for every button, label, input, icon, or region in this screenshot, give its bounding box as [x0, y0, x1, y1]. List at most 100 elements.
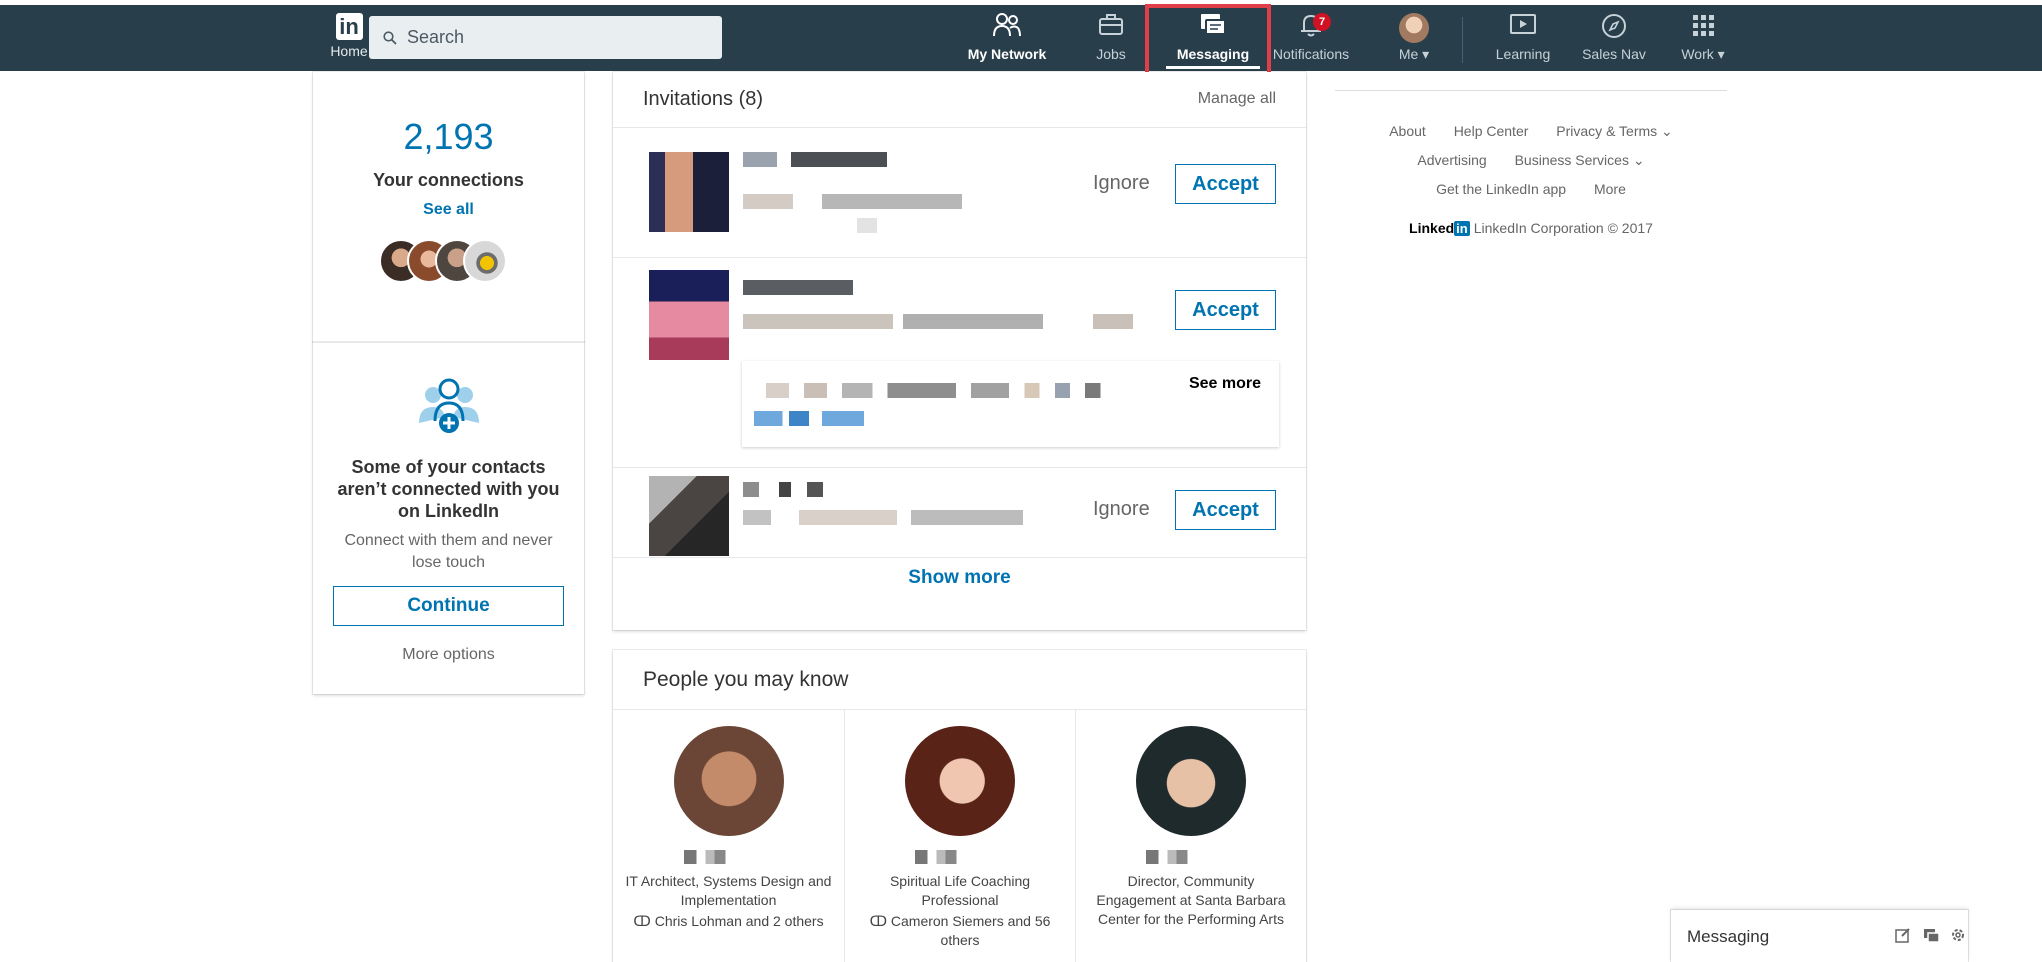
search-icon — [383, 30, 397, 45]
linkedin-logo-icon: in — [335, 13, 363, 40]
blurred-headline — [903, 314, 1043, 329]
connections-count[interactable]: 2,193 — [313, 116, 584, 158]
continue-button[interactable]: Continue — [333, 586, 564, 626]
shared-connections-icon: ↀ — [633, 913, 655, 929]
footer-link-help-center[interactable]: Help Center — [1454, 123, 1529, 139]
blurred-name — [791, 152, 887, 167]
blurred-name — [743, 482, 823, 497]
add-contacts-icon — [418, 378, 479, 433]
ignore-button[interactable]: Ignore — [1093, 498, 1150, 521]
pymk-occupation: Spiritual Life Coaching Professional — [889, 873, 1031, 908]
invitation-row: Ignore Accept — [613, 128, 1306, 258]
contacts-title: Some of your contacts aren’t connected w… — [337, 457, 560, 521]
ignore-button[interactable]: Ignore — [1093, 172, 1150, 195]
manage-all-link[interactable]: Manage all — [1198, 90, 1276, 108]
connections-card: 2,193 Your connections See all — [313, 72, 584, 342]
footer-link-business-services[interactable]: Business Services ⌄ — [1515, 152, 1645, 168]
avatar[interactable] — [905, 726, 1015, 836]
shared-connections-icon: ↀ — [869, 913, 891, 929]
accept-button[interactable]: Accept — [1175, 290, 1276, 330]
see-more-link[interactable]: See more — [1189, 375, 1261, 393]
avatar — [1399, 12, 1429, 43]
blurred-name — [743, 280, 853, 295]
nav-label: Jobs — [1096, 46, 1126, 62]
nav-label: Work ▾ — [1681, 46, 1725, 62]
blurred-headline — [1093, 314, 1133, 329]
briefcase-icon — [1088, 12, 1134, 44]
nav-my-network[interactable]: My Network — [967, 12, 1047, 70]
conversations-icon[interactable] — [1922, 926, 1940, 944]
pymk-shared-text: Chris Lohman and 2 others — [654, 913, 824, 929]
nav-sales-nav[interactable]: Sales Nav — [1578, 12, 1650, 70]
footer-link-get-app[interactable]: Get the LinkedIn app — [1436, 181, 1566, 197]
pymk-person-card[interactable]: Director, Community Engagement at Santa … — [1075, 710, 1306, 962]
connections-label: Your connections — [373, 170, 524, 190]
more-options-link[interactable]: More options — [313, 646, 584, 664]
accept-button[interactable]: Accept — [1175, 490, 1276, 530]
compass-icon — [1578, 12, 1650, 44]
blurred-name — [915, 850, 1005, 864]
messaging-dock-label[interactable]: Messaging — [1687, 927, 1769, 947]
avatar[interactable] — [649, 270, 729, 360]
footer-link-about[interactable]: About — [1389, 123, 1426, 139]
see-all-link[interactable]: See all — [313, 201, 584, 219]
invitations-header: Invitations (8) Manage all — [613, 72, 1306, 128]
nav-work[interactable]: Work ▾ — [1675, 12, 1731, 70]
linkedin-logo-icon: in — [1454, 221, 1470, 236]
pymk-title: People you may know — [643, 668, 849, 691]
footer-link-privacy-terms[interactable]: Privacy & Terms ⌄ — [1556, 123, 1673, 139]
blurred-name — [683, 850, 774, 864]
search-box[interactable] — [369, 16, 722, 59]
me-avatar-wrapper — [1389, 12, 1439, 44]
pymk-shared-connections: ↀ Cameron Siemers and 56 others — [855, 912, 1065, 950]
play-icon — [1490, 12, 1556, 44]
nav-label: Learning — [1495, 46, 1551, 62]
footer-row: About Help Center Privacy & Terms ⌄ — [1335, 117, 1727, 146]
bell-icon — [1265, 12, 1357, 44]
pymk-person-card[interactable]: Spiritual Life Coaching Professional ↀ C… — [844, 710, 1075, 962]
compose-icon[interactable] — [1894, 926, 1912, 944]
nav-label: My Network — [967, 46, 1047, 62]
people-you-may-know-card: People you may know IT Architect, System… — [613, 650, 1306, 962]
grid-icon — [1675, 12, 1731, 44]
notifications-count-badge: 7 — [1313, 13, 1331, 31]
pymk-shared-connections: ↀ Chris Lohman and 2 others — [623, 912, 834, 931]
invitations-title: Invitations (8) — [643, 88, 764, 110]
nav-learning[interactable]: Learning — [1490, 12, 1556, 70]
avatar[interactable] — [649, 152, 729, 232]
footer-copyright: Linked in LinkedIn Corporation © 2017 — [1335, 220, 1727, 236]
invitations-card: Invitations (8) Manage all Ignore Accept… — [613, 72, 1306, 630]
pymk-person-card[interactable]: IT Architect, Systems Design and Impleme… — [613, 710, 844, 962]
blurred-headline — [743, 314, 893, 329]
footer-links: About Help Center Privacy & Terms ⌄ Adve… — [1335, 117, 1727, 204]
blurred-message — [754, 411, 864, 426]
blurred-headline — [857, 218, 877, 233]
blurred-message — [766, 383, 1146, 398]
nav-notifications[interactable]: Notifications — [1265, 12, 1357, 70]
footer-link-more[interactable]: More — [1594, 181, 1626, 197]
gear-icon[interactable] — [1949, 926, 1967, 944]
nav-jobs[interactable]: Jobs — [1088, 12, 1134, 70]
nav-label: Notifications — [1272, 46, 1350, 62]
contacts-subtitle: Connect with them and never lose touch — [344, 532, 553, 571]
import-contacts-card: Some of your contacts aren’t connected w… — [313, 342, 584, 694]
accept-button[interactable]: Accept — [1175, 164, 1276, 204]
nav-divider — [1462, 17, 1463, 63]
messaging-dock[interactable]: Messaging — [1671, 910, 1968, 962]
footer-row: Advertising Business Services ⌄ — [1335, 146, 1727, 175]
linkedin-wordmark: Linked — [1409, 220, 1455, 236]
show-more-button[interactable]: Show more — [613, 567, 1306, 589]
people-icon — [967, 12, 1047, 44]
copyright-text: LinkedIn Corporation © 2017 — [1473, 220, 1653, 236]
pymk-shared-text: Cameron Siemers and 56 others — [890, 913, 1051, 948]
footer-link-advertising[interactable]: Advertising — [1417, 152, 1486, 168]
nav-me[interactable]: Me ▾ — [1389, 12, 1439, 70]
avatar[interactable] — [1136, 726, 1246, 836]
search-input[interactable] — [407, 27, 687, 48]
top-navigation-bar: in Home My Network Jobs Messaging Notifi… — [0, 5, 2042, 71]
avatar[interactable] — [673, 726, 784, 836]
avatar — [462, 239, 507, 283]
avatar[interactable] — [649, 476, 729, 556]
invitation-message-preview: See more — [742, 361, 1279, 447]
nav-label: Sales Nav — [1582, 46, 1646, 62]
